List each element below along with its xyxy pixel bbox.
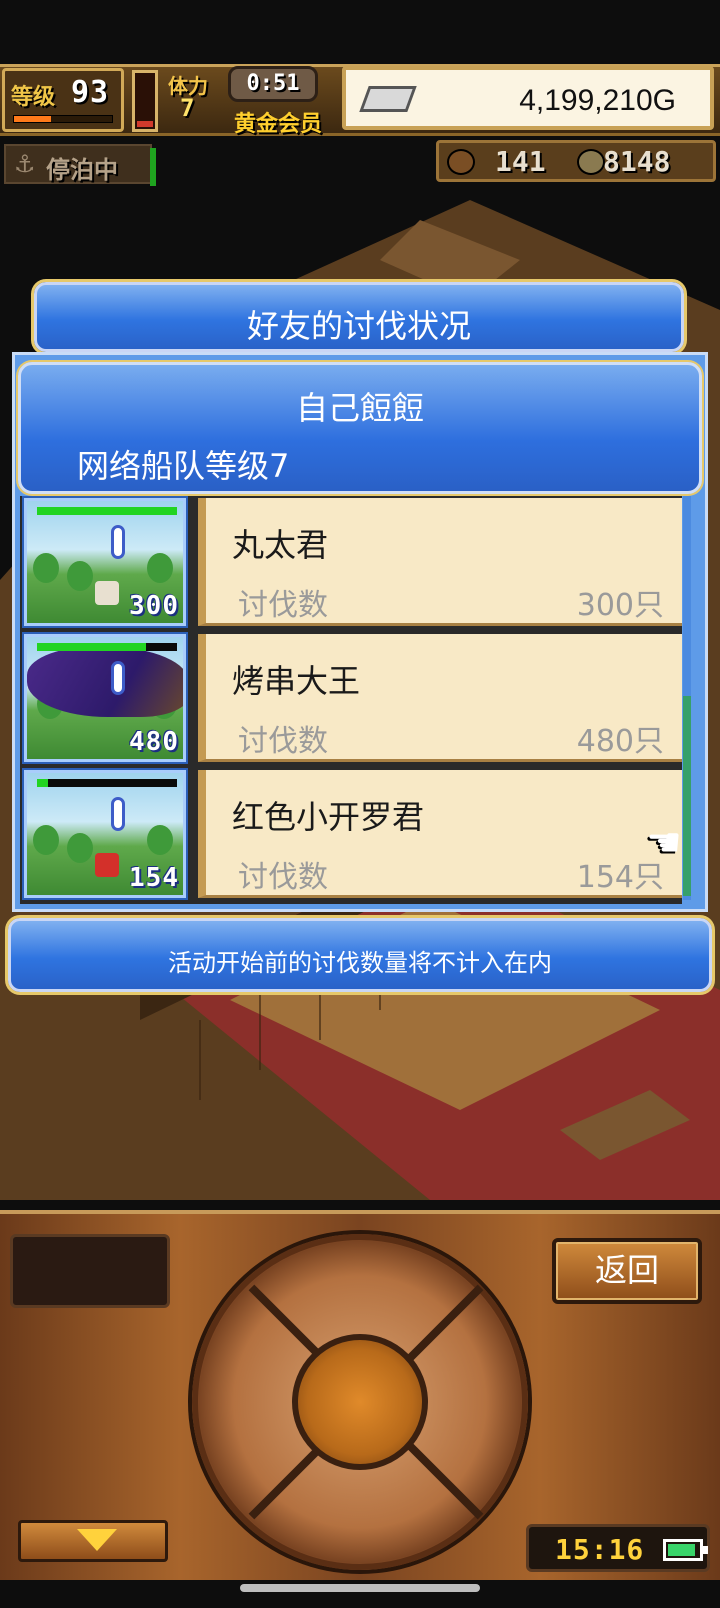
game-screen: 等级 93 体力 7 0:51 黄金会员 4,199,210G ⚓ 停泊中 14…: [0, 0, 720, 1608]
meat-icon: [447, 149, 475, 175]
dock-status-text: 停泊中: [46, 156, 118, 184]
cat-icon: [95, 581, 119, 605]
tree-sprite: [33, 825, 59, 855]
battery-tip: [703, 1546, 708, 1554]
clock-panel: 15:16: [526, 1524, 710, 1572]
tree-sprite: [67, 833, 93, 863]
dpad[interactable]: [192, 1234, 528, 1570]
friend-list[interactable]: 300 丸太君 讨伐数 300只 480 烤串大王 讨伐数 480只 154 红…: [20, 496, 682, 904]
dpad-center-button[interactable]: [292, 1334, 428, 1470]
stamina-timer: 0:51: [228, 66, 318, 102]
hand-pointer-icon: ☛: [646, 820, 682, 866]
hp-bar-fill: [37, 507, 177, 515]
dialog-title-bar: 好友的讨伐状况: [34, 282, 684, 352]
arrow-down-icon: [77, 1529, 117, 1551]
level-panel: 等级 93: [2, 68, 124, 132]
defeat-count-label: 讨伐数: [238, 860, 328, 895]
wood-icon: [577, 149, 605, 175]
red-character-icon: [95, 853, 119, 877]
home-indicator[interactable]: [240, 1584, 480, 1592]
friend-name: 红色小开罗君: [232, 798, 425, 836]
friend-row[interactable]: 480 烤串大王 讨伐数 480只: [20, 632, 682, 764]
silver-ingot-icon: [359, 86, 417, 112]
list-scrollbar[interactable]: [683, 496, 691, 900]
exclamation-icon: [111, 525, 125, 559]
dock-status: ⚓ 停泊中: [4, 144, 152, 184]
stamina-gauge: [132, 70, 158, 132]
defeat-count: 480只: [576, 724, 664, 759]
friend-row[interactable]: 300 丸太君 讨伐数 300只: [20, 496, 682, 628]
xp-bar-fill: [14, 116, 52, 122]
defeat-badge: 154: [129, 863, 179, 893]
monster-sprite: [27, 647, 183, 717]
friend-row[interactable]: 154 红色小开罗君 讨伐数 154只: [20, 768, 682, 900]
resource-bar: 141 8148: [436, 140, 716, 182]
friend-card[interactable]: 红色小开罗君 讨伐数 154只: [198, 770, 682, 898]
status-indicator: [150, 148, 156, 186]
friend-thumbnail: 154: [24, 770, 186, 898]
money-value: 4,199,210G: [519, 84, 676, 117]
defeat-badge: 300: [129, 591, 179, 621]
stamina-value: 7: [180, 94, 195, 122]
money-panel: 4,199,210G: [342, 66, 714, 130]
friend-card[interactable]: 丸太君 讨伐数 300只: [198, 498, 682, 626]
friend-thumbnail: 480: [24, 634, 186, 762]
defeat-count-label: 讨伐数: [238, 588, 328, 623]
hp-bar-fill: [37, 779, 49, 787]
resource-wood-value: 8148: [603, 145, 671, 178]
battery-icon: [663, 1539, 708, 1561]
anchor-icon: ⚓: [14, 150, 36, 178]
clock: 15:16: [555, 1533, 645, 1566]
menu-toggle-button[interactable]: [18, 1520, 168, 1562]
hp-bar: [37, 779, 177, 787]
tree-sprite: [147, 553, 173, 583]
self-info-panel: 自己餖餖 网络船队等级7: [18, 362, 702, 494]
friend-thumbnail: 300: [24, 498, 186, 626]
hp-bar-fill: [37, 643, 147, 651]
self-name: 自己餖餖: [295, 389, 424, 427]
tree-sprite: [67, 561, 93, 591]
battery-level: [668, 1544, 695, 1556]
notice-bar: 活动开始前的讨伐数量将不计入在内: [8, 918, 712, 992]
tree-sprite: [33, 553, 59, 583]
level-label: 等级: [11, 85, 56, 110]
scrollbar-thumb[interactable]: [683, 696, 691, 896]
level-value: 93: [71, 75, 110, 110]
friend-name: 丸太君: [232, 526, 329, 564]
exclamation-icon: [111, 797, 125, 831]
xp-bar: [13, 115, 113, 123]
control-panel: 返回 15:16: [0, 1210, 720, 1580]
empty-slot: [10, 1234, 170, 1308]
defeat-count: 300只: [576, 588, 664, 623]
defeat-count-label: 讨伐数: [238, 724, 328, 759]
dialog-title: 好友的讨伐状况: [246, 307, 471, 345]
tree-sprite: [147, 825, 173, 855]
membership-badge: 黄金会员: [234, 112, 323, 137]
exclamation-icon: [111, 661, 125, 695]
back-button[interactable]: 返回: [552, 1238, 702, 1304]
notice-text: 活动开始前的讨伐数量将不计入在内: [168, 949, 552, 977]
friend-card[interactable]: 烤串大王 讨伐数 480只: [198, 634, 682, 762]
defeat-badge: 480: [129, 727, 179, 757]
fleet-level: 网络船队等级7: [77, 447, 290, 485]
stamina-gauge-fill: [137, 120, 153, 127]
friend-name: 烤串大王: [232, 662, 361, 700]
resource-food-value: 141: [495, 145, 546, 178]
